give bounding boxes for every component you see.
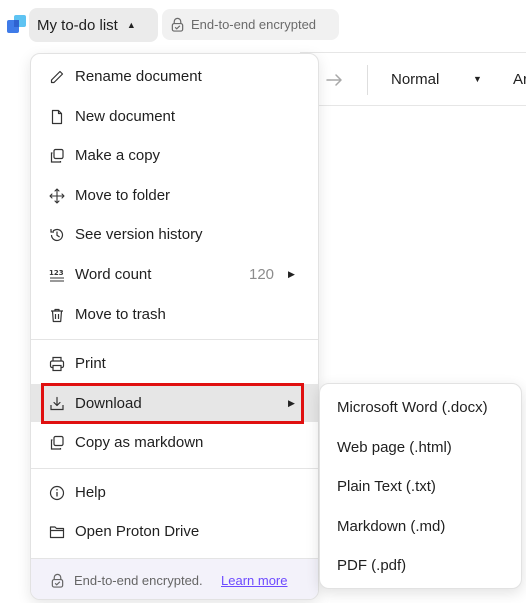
chevron-right-icon: ▶ [288,397,295,408]
trash-icon [48,306,65,323]
menu-item-make-a-copy[interactable]: Make a copy [31,136,318,174]
menu-item-label: Rename document [75,67,202,85]
editor-toolbar: Normal ▼ Ar [300,52,526,106]
download-option-txt[interactable]: Plain Text (.txt) [320,467,523,505]
menu-divider [31,468,318,469]
menu-item-label: Print [75,354,106,372]
document-menu: Rename document New document Make a copy… [30,53,319,600]
info-icon [48,484,65,501]
word-count-value: 120 [249,265,275,283]
document-title-button[interactable]: My to-do list ▲ [29,8,158,42]
menu-item-label: Copy as markdown [75,433,204,451]
svg-text:123: 123 [49,269,64,277]
copy-icon [48,147,65,164]
menu-item-copy-as-markdown[interactable]: Copy as markdown [31,423,318,461]
history-icon [48,226,65,243]
menu-item-move-to-folder[interactable]: Move to folder [31,176,318,214]
font-select[interactable]: Ar [513,71,526,88]
download-icon [48,395,65,412]
menu-item-label: Open Proton Drive [75,522,200,540]
menu-item-rename-document[interactable]: Rename document [31,57,318,95]
download-option-html[interactable]: Web page (.html) [320,428,523,466]
menu-item-new-document[interactable]: New document [31,97,318,135]
toolbar-divider [367,65,368,95]
menu-item-open-proton-drive[interactable]: Open Proton Drive [31,512,318,550]
chevron-right-icon: ▶ [288,268,295,279]
move-icon [48,187,65,204]
folder-icon [48,523,65,540]
learn-more-link[interactable]: Learn more [221,573,287,588]
lock-check-icon [51,573,64,588]
encryption-badge[interactable]: End-to-end encrypted [162,9,339,40]
page: My to-do list ▲ End-to-end encrypted Nor… [0,0,526,603]
menu-item-label: See version history [75,225,203,243]
proton-docs-logo-icon[interactable] [7,14,27,34]
word-count-icon: 123 [48,266,65,283]
menu-item-move-to-trash[interactable]: Move to trash [31,295,318,333]
document-title: My to-do list [37,16,118,34]
download-option-docx[interactable]: Microsoft Word (.docx) [320,388,523,426]
menu-divider [31,339,318,340]
menu-item-label: Download [75,394,142,412]
redo-icon[interactable] [324,69,344,89]
download-submenu: Microsoft Word (.docx) Web page (.html) … [319,383,522,589]
copy-icon [48,434,65,451]
footer-encryption-text: End-to-end encrypted. [74,572,203,588]
menu-footer: End-to-end encrypted. Learn more [31,558,318,599]
file-icon [48,108,65,125]
top-bar: My to-do list ▲ End-to-end encrypted [0,0,526,50]
menu-item-label: Move to trash [75,305,166,323]
menu-item-word-count[interactable]: 123 Word count 120 ▶ [31,255,318,293]
caret-down-icon[interactable]: ▼ [473,74,482,84]
caret-up-icon: ▲ [126,20,136,30]
text-style-select[interactable]: Normal [391,71,439,88]
menu-item-label: New document [75,107,176,125]
encryption-badge-label: End-to-end encrypted [191,17,317,32]
menu-item-help[interactable]: Help [31,473,318,511]
menu-item-see-version-history[interactable]: See version history [31,215,318,253]
lock-check-icon [171,17,184,32]
menu-item-label: Help [75,483,106,501]
menu-item-download[interactable]: Download ▶ [31,384,318,422]
download-option-pdf[interactable]: PDF (.pdf) [320,546,523,584]
menu-item-label: Word count [75,265,152,283]
printer-icon [48,355,65,372]
pencil-icon [48,68,65,85]
menu-item-print[interactable]: Print [31,344,318,382]
download-option-md[interactable]: Markdown (.md) [320,507,523,545]
menu-item-label: Move to folder [75,186,171,204]
menu-item-label: Make a copy [75,146,161,164]
